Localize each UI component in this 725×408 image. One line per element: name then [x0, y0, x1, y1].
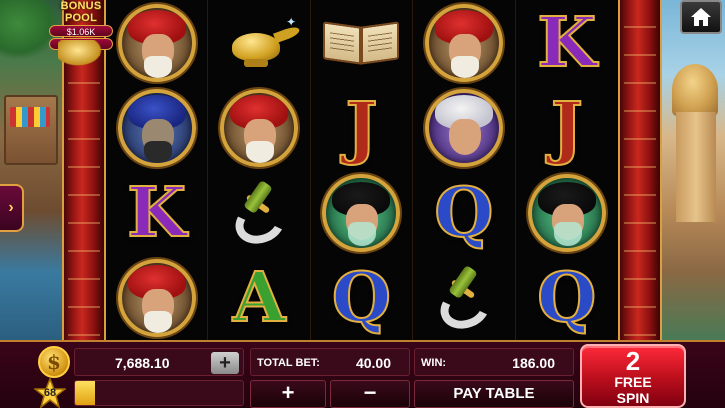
level-star[interactable]: 68: [32, 376, 68, 408]
symbol-book: [321, 18, 401, 68]
symbol-prince: [424, 88, 503, 167]
win-display: WIN: 186.00: [414, 348, 574, 376]
reel-cell: K: [516, 0, 618, 85]
bonus-pool-title: BONUS POOL: [60, 0, 102, 24]
balance-display: 7,688.10 +: [74, 348, 244, 376]
reel-cell: [413, 85, 514, 170]
symbol-q: Q: [331, 257, 392, 338]
total-bet-value: 40.00: [355, 355, 391, 371]
symbol-vizier: [424, 3, 503, 82]
balance-value: 7,688.10: [115, 355, 170, 371]
reel-cell: [413, 255, 514, 340]
symbol-vizier: [117, 3, 196, 82]
win-label: WIN:: [421, 357, 447, 369]
side-menu-tab[interactable]: ›: [0, 184, 24, 232]
reel-4: Q: [413, 0, 516, 340]
total-bet-display: TOTAL BET: 40.00: [250, 348, 410, 376]
reel-cell: [413, 0, 514, 85]
background-scenery-right: [662, 0, 725, 340]
reel-frame-pillar-right: [618, 0, 662, 340]
symbol-q: Q: [536, 257, 597, 338]
reel-cell: K: [106, 170, 207, 255]
symbol-sword: [426, 260, 502, 336]
symbol-k: K: [126, 172, 187, 253]
reel-cell: [208, 170, 309, 255]
reel-cell: [311, 170, 412, 255]
reel-cell: J: [311, 85, 412, 170]
total-bet-label: TOTAL BET:: [257, 357, 320, 369]
chevron-right-icon: ›: [8, 199, 14, 216]
level-progress-bar: [74, 380, 244, 406]
increase-bet-button[interactable]: +: [250, 380, 326, 408]
reel-cell: ✦: [208, 0, 309, 85]
reel-cell: [106, 0, 207, 85]
symbol-princess: [527, 173, 606, 252]
reel-cell: [516, 170, 618, 255]
background-scenery-left: [0, 0, 62, 340]
reel-3: JQ: [311, 0, 414, 340]
free-spin-label-spin: SPIN: [616, 390, 650, 406]
bonus-lamp-icon: [58, 40, 102, 66]
dollar-coin-icon: $: [38, 346, 70, 378]
home-button[interactable]: [680, 0, 722, 34]
symbol-j: J: [550, 87, 584, 168]
level-progress-fill: [75, 381, 96, 405]
home-icon: [691, 8, 711, 26]
reel-cell: [106, 85, 207, 170]
reel-1: K: [106, 0, 209, 340]
bonus-pool[interactable]: BONUS POOL $1.06K 10/5000: [44, 0, 118, 66]
level-value: 68: [43, 387, 57, 399]
reel-cell: J: [516, 85, 618, 170]
symbol-q: Q: [433, 172, 494, 253]
reel-2: ✦ A: [208, 0, 311, 340]
symbol-a: A: [232, 257, 287, 338]
decrease-bet-button[interactable]: −: [330, 380, 410, 408]
palace-tower: [676, 112, 716, 222]
symbol-sword: [221, 175, 297, 251]
symbol-magician: [117, 88, 196, 167]
reel-cell: [311, 0, 412, 85]
reel-cell: Q: [311, 255, 412, 340]
free-spin-label-free: FREE: [614, 374, 652, 390]
palace-dome: [672, 64, 718, 116]
reel-cell: Q: [413, 170, 514, 255]
symbol-lamp: ✦: [218, 15, 302, 71]
win-value: 186.00: [512, 355, 555, 371]
bottom-control-bar: $ 7,688.10 + 68 TOTAL BET: 40.00 WIN: 18…: [0, 340, 725, 408]
slot-reels: K ✦ A J Q Q K J Q: [106, 0, 618, 340]
symbol-princess: [322, 173, 401, 252]
reel-5: KJ Q: [516, 0, 618, 340]
market-stall: [4, 95, 58, 165]
symbol-vizier: [117, 258, 196, 337]
pay-table-button[interactable]: PAY TABLE: [414, 380, 574, 408]
symbol-j: J: [344, 87, 378, 168]
reel-cell: [208, 85, 309, 170]
symbol-vizier: [220, 88, 299, 167]
bonus-pool-amount: $1.06K: [49, 25, 113, 37]
reel-cell: [106, 255, 207, 340]
free-spin-button[interactable]: 2 FREE SPIN: [580, 344, 686, 408]
reel-cell: Q: [516, 255, 618, 340]
reel-cell: A: [208, 255, 309, 340]
symbol-k: K: [536, 2, 597, 83]
add-coins-button[interactable]: +: [211, 352, 239, 374]
free-spin-count: 2: [625, 346, 641, 376]
